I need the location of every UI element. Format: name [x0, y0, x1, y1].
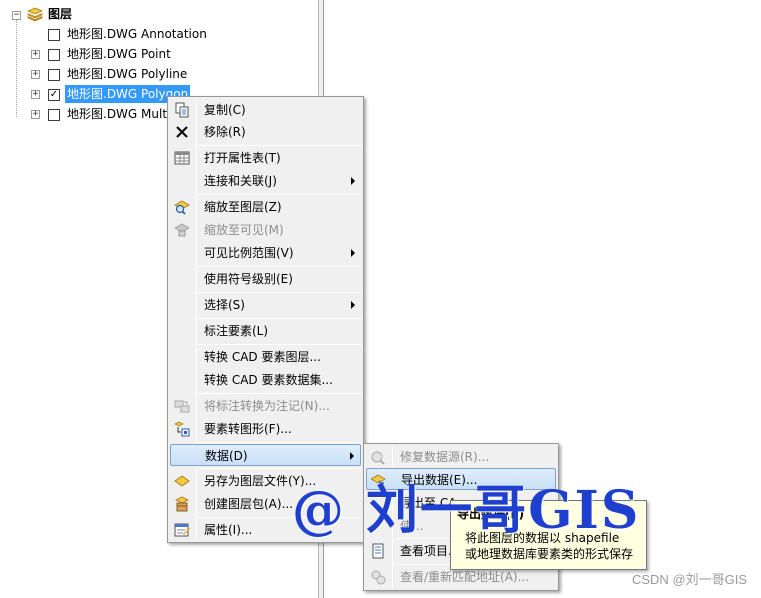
menu-separator	[198, 344, 361, 345]
document-icon	[370, 543, 386, 559]
menu-item-zoom-to-visible: 缩放至可见(M)	[170, 219, 361, 241]
menu-item-use-symbol-levels[interactable]: 使用符号级别(E)	[170, 268, 361, 290]
collapse-root-toggle[interactable]: −	[12, 11, 21, 20]
submenu-arrow-icon	[350, 452, 354, 460]
menu-item-label: 将标注转换为注记(N)...	[204, 399, 330, 413]
menu-item-visible-scale-range[interactable]: 可见比例范围(V)	[170, 242, 361, 264]
menu-separator	[198, 145, 361, 146]
menu-item-label: 标注要素(L)	[204, 324, 269, 338]
menu-item-selection[interactable]: 选择(S)	[170, 294, 361, 316]
menu-item-convert-cad-feature-dataset[interactable]: 转换 CAD 要素数据集...	[170, 369, 361, 391]
menu-separator	[198, 442, 361, 443]
zoom-to-layer-icon	[174, 199, 190, 215]
layer-checkbox-annotation[interactable]	[48, 29, 60, 41]
layer-checkbox-point[interactable]	[48, 49, 60, 61]
tooltip-line: 或地理数据库要素类的形式保存	[465, 547, 634, 561]
menu-item-label: 选择(S)	[204, 298, 245, 312]
geocode-icon	[370, 569, 386, 585]
submenu-arrow-icon	[351, 249, 355, 257]
menu-separator	[198, 194, 361, 195]
menu-separator	[198, 318, 361, 319]
copy-icon	[174, 102, 190, 118]
menu-item-joins-relates[interactable]: 连接和关联(J)	[170, 170, 361, 192]
menu-item-label: 复制(C)	[204, 103, 246, 117]
layer-label-point[interactable]: 地形图.DWG Point	[65, 45, 173, 63]
expand-layer-point[interactable]: +	[31, 50, 40, 59]
menu-item-label: 连接和关联(J)	[204, 174, 277, 188]
menu-item-open-attribute-table[interactable]: 打开属性表(T)	[170, 147, 361, 169]
menu-item-label: 数据(D)	[205, 449, 248, 463]
layer-checkbox-polyline[interactable]	[48, 69, 60, 81]
repair-icon	[370, 449, 386, 465]
menu-item-label: 要素转图形(F)...	[204, 422, 292, 436]
layer-file-icon	[174, 473, 190, 489]
submenu-arrow-icon	[351, 301, 355, 309]
layers-icon	[26, 7, 44, 22]
convert-labels-icon	[174, 398, 190, 414]
table-icon	[174, 150, 190, 166]
menu-item-label: 创建图层包(A)...	[204, 497, 294, 511]
menu-item-label: 缩放至可见(M)	[204, 223, 284, 237]
layer-label-annotation[interactable]: 地形图.DWG Annotation	[65, 25, 209, 43]
menu-item-label: 使用符号级别(E)	[204, 272, 293, 286]
expand-layer-polyline[interactable]: +	[31, 70, 40, 79]
expand-layer-polygon[interactable]: +	[31, 90, 40, 99]
menu-separator	[198, 393, 361, 394]
toc-root-label[interactable]: 图层	[46, 5, 74, 23]
zoom-visible-icon	[174, 222, 190, 238]
menu-item-label: 转换 CAD 要素图层...	[204, 350, 321, 364]
menu-separator	[198, 266, 361, 267]
menu-item-repair-data-source: 修复数据源(R)...	[366, 446, 556, 468]
menu-item-label: 缩放至图层(Z)	[204, 200, 282, 214]
menu-item-zoom-to-layer[interactable]: 缩放至图层(Z)	[170, 196, 361, 218]
submenu-arrow-icon	[351, 177, 355, 185]
remove-icon	[174, 124, 190, 140]
menu-item-features-to-graphics[interactable]: 要素转图形(F)...	[170, 418, 361, 440]
menu-item-label-features[interactable]: 标注要素(L)	[170, 320, 361, 342]
menu-item-copy[interactable]: 复制(C)	[170, 99, 361, 121]
layer-label-polyline[interactable]: 地形图.DWG Polyline	[65, 65, 189, 83]
features-to-graphics-icon	[174, 421, 190, 437]
menu-item-label: 属性(I)...	[204, 523, 253, 537]
expand-layer-multipatch[interactable]: +	[31, 110, 40, 119]
tree-guide-line	[16, 20, 17, 117]
menu-item-remove[interactable]: 移除(R)	[170, 121, 361, 143]
menu-item-label: 打开属性表(T)	[204, 151, 281, 165]
menu-item-label: 可见比例范围(V)	[204, 246, 294, 260]
properties-icon	[174, 522, 190, 538]
menu-item-label: 转换 CAD 要素数据集...	[204, 373, 333, 387]
layer-checkbox-multipatch[interactable]	[48, 109, 60, 121]
menu-item-convert-labels-to-annotation: 将标注转换为注记(N)...	[170, 395, 361, 417]
watermark: @ 刘一哥GIS	[292, 480, 641, 541]
layer-label-multipatch[interactable]: 地形图.DWG Mult	[65, 105, 169, 123]
menu-item-convert-cad-feature-layer[interactable]: 转换 CAD 要素图层...	[170, 346, 361, 368]
layer-checkbox-polygon[interactable]: ✓	[48, 89, 60, 101]
credit-text: CSDN @刘一哥GIS	[631, 572, 747, 587]
menu-item-label: 移除(R)	[204, 125, 246, 139]
menu-item-data[interactable]: 数据(D)	[170, 444, 361, 466]
menu-separator	[198, 292, 361, 293]
layer-package-icon	[174, 496, 190, 512]
menu-item-label: 修复数据源(R)...	[400, 450, 490, 464]
